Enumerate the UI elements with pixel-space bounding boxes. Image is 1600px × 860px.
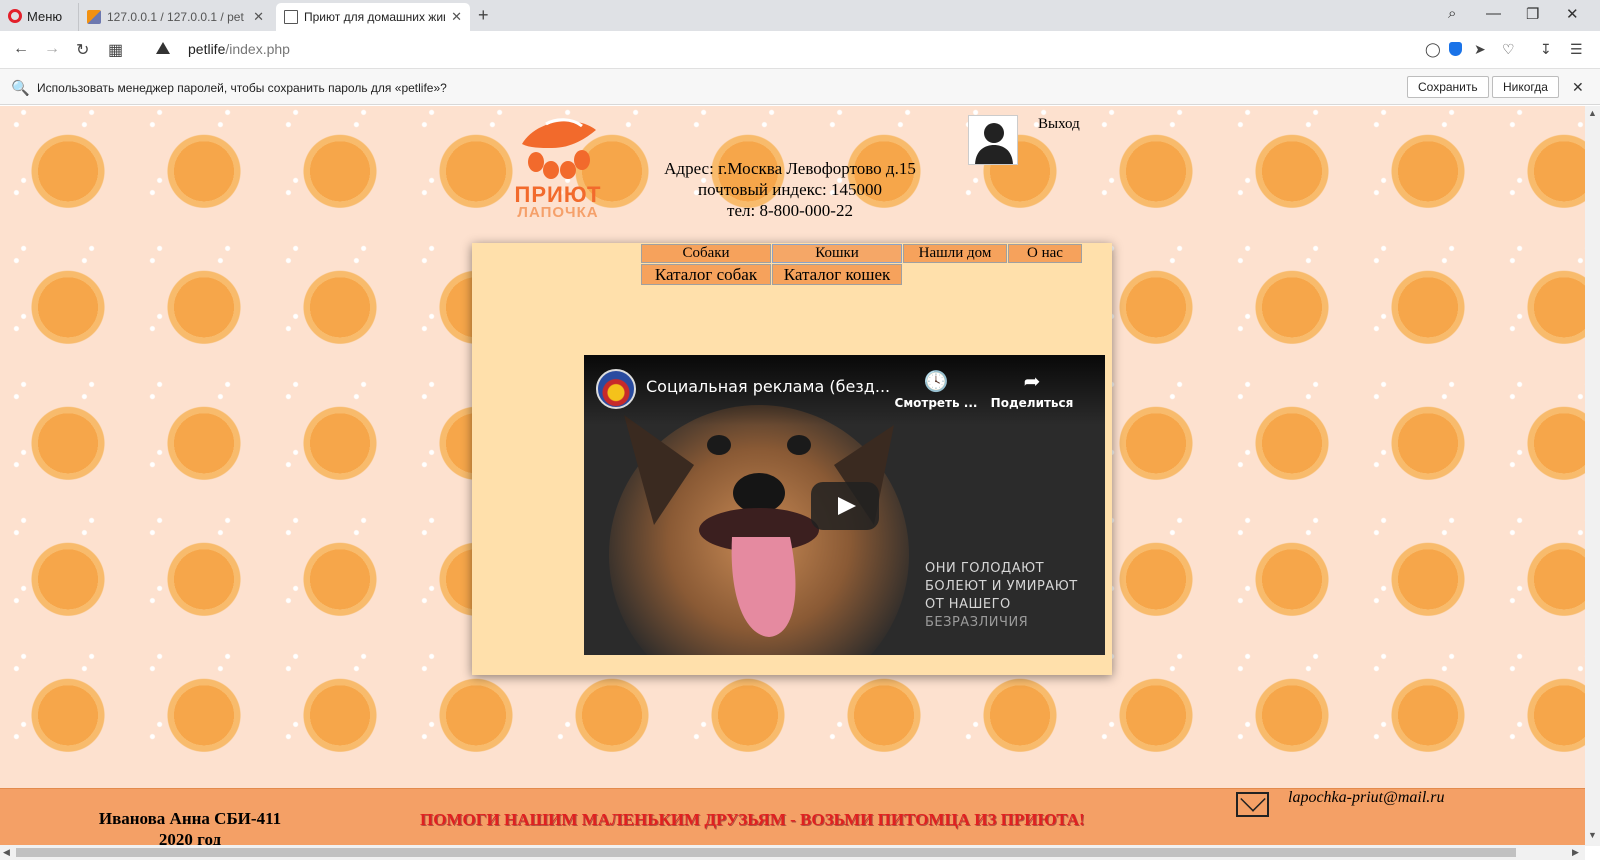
logout-link[interactable]: Выход — [1038, 116, 1080, 133]
menu-cats-button[interactable]: Кошки — [772, 244, 902, 263]
clock-icon: 🕓 — [923, 369, 949, 393]
snapshot-camera-icon[interactable]: ◯ — [1425, 41, 1441, 58]
youtube-video-embed[interactable]: Социальная реклама (безд... 🕓 Смотреть .… — [584, 355, 1105, 655]
url-field[interactable]: petlife/index.php — [188, 41, 290, 57]
share-button[interactable]: ➦ Поделиться — [987, 369, 1077, 410]
caption-line: БОЛЕЮТ И УМИРАЮТ — [925, 579, 1078, 594]
caption-line: ОТ НАШЕГО — [925, 597, 1011, 612]
address-line: Адрес: г.Москва Левофортово д.15 — [664, 159, 916, 178]
watch-later-label: Смотреть ... — [894, 396, 978, 410]
user-silhouette-icon — [975, 123, 1013, 164]
share-arrow-icon: ➦ — [1023, 369, 1041, 393]
phone-line: тел: 8-800-000-22 — [727, 201, 853, 220]
video-caption: ОНИ ГОЛОДАЮТ БОЛЕЮТ И УМИРАЮТ ОТ НАШЕГО … — [925, 560, 1095, 632]
scroll-up-arrow-icon[interactable]: ▲ — [1588, 108, 1597, 118]
menu-dog-catalog-button[interactable]: Каталог собак — [641, 264, 771, 285]
key-search-icon: 🔍 — [11, 80, 30, 97]
bookmark-heart-icon[interactable]: ♡ — [1502, 41, 1515, 58]
maximize-icon[interactable]: ❐ — [1526, 5, 1539, 23]
menu-cat-catalog-button[interactable]: Каталог кошек — [772, 264, 902, 285]
forward-arrow-icon[interactable]: → — [44, 40, 60, 58]
close-window-icon[interactable]: ✕ — [1566, 5, 1579, 23]
insecure-warning-icon[interactable] — [156, 42, 170, 54]
easy-setup-icon[interactable]: ☰ — [1570, 41, 1583, 58]
menu-found-home-button[interactable]: Нашли дом — [903, 244, 1007, 263]
horizontal-scrollbar[interactable]: ◀ ▶ — [0, 845, 1585, 860]
new-tab-plus-icon[interactable]: + — [478, 5, 489, 26]
tab-close-icon[interactable]: ✕ — [451, 9, 462, 25]
vertical-scrollbar[interactable]: ▲ ▼ — [1585, 106, 1600, 846]
url-path: /index.php — [225, 41, 290, 57]
horizontal-scroll-thumb[interactable] — [16, 848, 1516, 857]
footer-slogan: ПОМОГИ НАШИМ МАЛЕНЬКИМ ДРУЗЬЯМ - ВОЗЬМИ … — [420, 810, 1085, 829]
share-label: Поделиться — [990, 396, 1074, 410]
mail-envelope-icon[interactable] — [1236, 792, 1269, 817]
scroll-right-arrow-icon[interactable]: ▶ — [1572, 847, 1579, 858]
speed-dial-grid-icon[interactable]: ▦ — [108, 40, 123, 60]
scroll-left-arrow-icon[interactable]: ◀ — [3, 847, 10, 858]
back-arrow-icon[interactable]: ← — [13, 40, 29, 58]
paw-hand-logo-icon — [522, 118, 596, 179]
password-prompt-text: Использовать менеджер паролей, чтобы сох… — [37, 81, 447, 95]
user-avatar[interactable] — [968, 115, 1018, 165]
postal-code-line: почтовый индекс: 145000 — [698, 180, 882, 199]
channel-avatar[interactable] — [596, 369, 636, 409]
minimize-icon[interactable]: — — [1486, 5, 1501, 22]
menu-about-button[interactable]: О нас — [1008, 244, 1082, 263]
scroll-down-arrow-icon[interactable]: ▼ — [1588, 830, 1597, 840]
tab-label: 127.0.0.1 / 127.0.0.1 / pet / — [107, 10, 248, 24]
page-favicon-icon — [284, 10, 298, 24]
tab-label: Приют для домашних жив — [304, 10, 446, 24]
author-name: Иванова Анна СБИ-411 — [98, 809, 282, 828]
caption-line: БЕЗРАЗЛИЧИЯ — [925, 615, 1029, 630]
video-title[interactable]: Социальная реклама (безд... — [646, 377, 890, 396]
reload-icon[interactable]: ↻ — [76, 40, 89, 60]
opera-menu-label: Меню — [27, 8, 63, 24]
send-arrow-icon[interactable]: ➤ — [1474, 41, 1486, 58]
never-save-button[interactable]: Никогда — [1492, 76, 1559, 98]
tab-close-icon[interactable]: ✕ — [253, 9, 264, 25]
caption-line: ОНИ ГОЛОДАЮТ — [925, 561, 1045, 576]
contact-email[interactable]: lapochka-priut@mail.ru — [1288, 789, 1444, 807]
shelter-address-block: Адрес: г.Москва Левофортово д.15 почтовы… — [590, 158, 990, 221]
close-bar-icon[interactable]: ✕ — [1572, 79, 1584, 96]
search-tabs-icon[interactable]: ⌕ — [1448, 5, 1456, 22]
phpmyadmin-favicon-icon — [87, 10, 101, 24]
adblock-shield-icon[interactable] — [1449, 42, 1462, 56]
watch-later-button[interactable]: 🕓 Смотреть ... — [891, 369, 981, 410]
browser-tab-phpmyadmin[interactable]: 127.0.0.1 / 127.0.0.1 / pet / ✕ — [78, 3, 272, 31]
opera-menu-button[interactable]: Меню — [8, 7, 62, 25]
browser-tabbar: Меню 127.0.0.1 / 127.0.0.1 / pet / ✕ При… — [0, 0, 1600, 31]
download-icon[interactable]: ↧ — [1540, 41, 1552, 58]
save-password-button[interactable]: Сохранить — [1407, 76, 1489, 98]
url-host: petlife — [188, 41, 226, 57]
play-button-icon[interactable] — [811, 482, 879, 530]
browser-tab-priut[interactable]: Приют для домашних жив ✕ — [276, 3, 470, 31]
menu-dogs-button[interactable]: Собаки — [641, 244, 771, 263]
author-block: Иванова Анна СБИ-411 2020 год — [60, 808, 320, 850]
opera-logo-icon — [8, 9, 22, 23]
